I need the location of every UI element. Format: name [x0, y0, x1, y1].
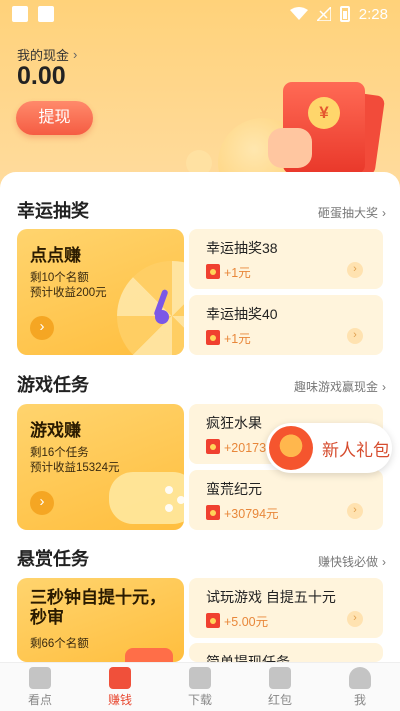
nav-news[interactable]: 看点	[0, 663, 80, 711]
chevron-right-icon: ›	[382, 205, 386, 220]
yuan-coin-icon: ¥	[308, 97, 340, 129]
red-envelope-icon	[206, 330, 220, 345]
gift-medal-icon	[269, 426, 313, 470]
red-envelope-icon	[206, 613, 220, 628]
section-title: 幸运抽奖	[17, 201, 89, 221]
nav-label: 下载	[187, 693, 212, 707]
game-feature-card[interactable]: 游戏赚 剩16个任务 预计收益15324元 ›	[17, 404, 184, 530]
task-item[interactable]: 幸运抽奖38 +1元 ›	[189, 229, 383, 289]
header-background: ¥	[0, 0, 400, 200]
wheel-pin-icon	[155, 310, 169, 324]
task-item[interactable]: 简单提现任务	[189, 643, 383, 662]
section-link[interactable]: 趣味游戏赢现金 ›	[294, 378, 386, 395]
card-title: 三秒钟自提十元，秒审	[30, 588, 166, 627]
task-title: 试玩游戏 自提五十元	[206, 589, 336, 605]
nav-me[interactable]: 我	[320, 663, 400, 711]
chevron-right-icon: ›	[347, 611, 363, 627]
card-quota: 剩10个名额	[30, 272, 89, 284]
task-item[interactable]: 幸运抽奖40 +1元 ›	[189, 295, 383, 355]
chevron-right-icon: ›	[382, 379, 386, 394]
nav-download[interactable]: 下载	[160, 663, 240, 711]
lottery-feature-card[interactable]: 点点赚 剩10个名额 预计收益200元 ›	[17, 229, 184, 355]
card-earnings: 预计收益200元	[30, 287, 107, 299]
status-time: 2:28	[358, 5, 388, 23]
gamepad-icon	[109, 667, 131, 689]
card-earnings: 预计收益15324元	[30, 462, 120, 474]
chevron-right-icon: ›	[73, 47, 78, 62]
nav-red-envelope[interactable]: 红包	[240, 663, 320, 711]
chevron-right-icon: ›	[347, 262, 363, 278]
signal-icon	[316, 7, 331, 21]
chevron-right-icon[interactable]: ›	[30, 491, 54, 515]
red-envelope-icon	[269, 667, 291, 689]
newbie-gift-button[interactable]: 新人礼包	[266, 423, 392, 473]
card-title: 游戏赚	[30, 421, 81, 440]
task-reward: +30794元	[224, 507, 279, 521]
person-icon	[349, 667, 371, 689]
section-link-label: 趣味游戏赢现金	[293, 380, 378, 394]
task-reward: +1元	[224, 266, 251, 280]
wifi-icon	[289, 7, 308, 20]
section-link-label: 砸蛋抽大奖	[317, 206, 378, 220]
red-envelope-illustration	[125, 648, 173, 662]
task-reward: +1元	[224, 332, 251, 346]
task-title: 蛮荒纪元	[206, 481, 262, 497]
status-bar: 2:28	[0, 0, 400, 28]
card-quota: 剩16个任务	[30, 447, 89, 459]
section-title: 游戏任务	[17, 375, 89, 395]
red-envelope-icon	[206, 439, 220, 454]
cash-value: 0.00	[17, 62, 66, 90]
task-title: 幸运抽奖40	[206, 306, 278, 322]
red-envelope-icon	[206, 505, 220, 520]
section-link[interactable]: 赚快钱必做 ›	[318, 553, 386, 570]
download-icon	[189, 667, 211, 689]
gift-label: 新人礼包	[322, 440, 390, 460]
nav-label: 我	[353, 693, 366, 707]
section-link-label: 赚快钱必做	[317, 555, 378, 569]
chevron-right-icon: ›	[382, 554, 386, 569]
section-title: 悬赏任务	[17, 549, 89, 569]
task-title: 疯狂水果	[206, 415, 262, 431]
task-item[interactable]: 蛮荒纪元 +30794元 ›	[189, 470, 383, 530]
bounty-feature-card[interactable]: 三秒钟自提十元，秒审 剩66个名额	[17, 578, 184, 662]
news-icon	[29, 667, 51, 689]
nav-label: 看点	[27, 693, 52, 707]
withdraw-button[interactable]: 提现	[16, 101, 93, 135]
chevron-right-icon: ›	[347, 328, 363, 344]
notification-icon	[38, 6, 54, 22]
notification-icon	[12, 6, 28, 22]
task-title: 幸运抽奖38	[206, 240, 278, 256]
gamepad-illustration	[109, 472, 184, 524]
section-link[interactable]: 砸蛋抽大奖 ›	[318, 204, 386, 221]
card-title: 点点赚	[30, 246, 81, 265]
bottom-nav: 看点 赚钱 下载 红包 我	[0, 662, 400, 711]
prize-wheel-illustration	[117, 261, 184, 355]
chevron-right-icon: ›	[347, 503, 363, 519]
nav-earn[interactable]: 赚钱	[80, 663, 160, 711]
task-title: 简单提现任务	[206, 654, 290, 662]
red-envelope-icon	[206, 264, 220, 279]
task-reward: +5.00元	[224, 615, 269, 629]
battery-icon	[339, 6, 350, 22]
nav-label: 赚钱	[107, 693, 132, 707]
nav-label: 红包	[267, 693, 292, 707]
hand-illustration	[268, 128, 312, 168]
chevron-right-icon[interactable]: ›	[30, 316, 54, 340]
card-quota: 剩66个名额	[30, 638, 89, 650]
task-item[interactable]: 试玩游戏 自提五十元 +5.00元 ›	[189, 578, 383, 638]
